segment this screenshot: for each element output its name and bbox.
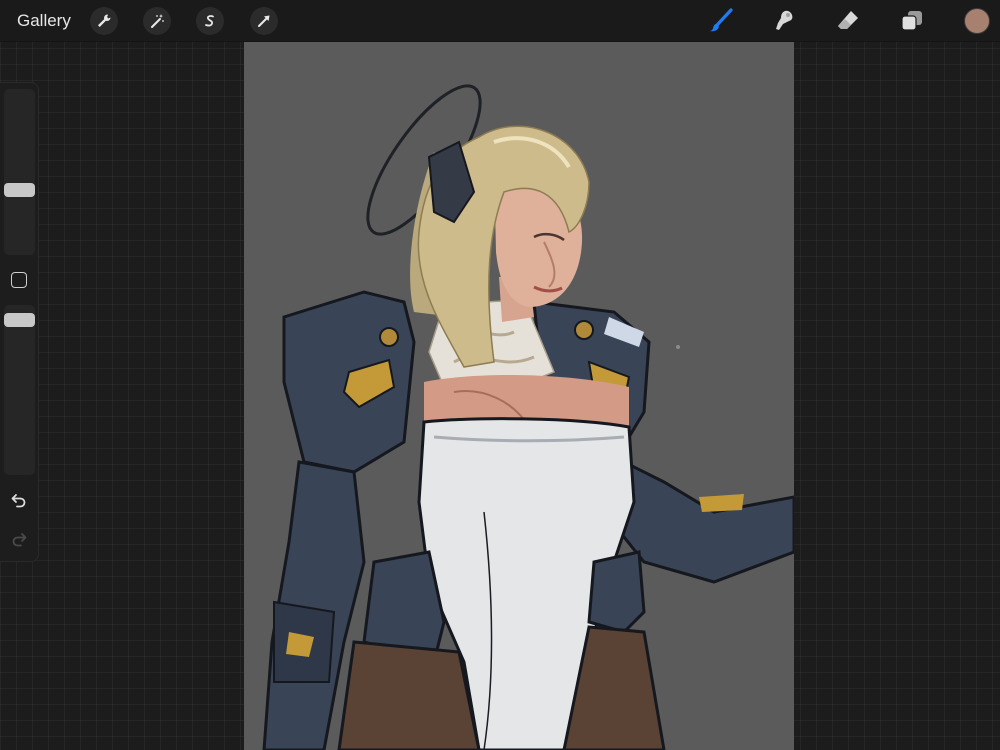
opacity-slider[interactable] — [4, 305, 35, 475]
smudge-button[interactable] — [768, 6, 798, 36]
undo-icon — [11, 494, 26, 508]
undo-button[interactable] — [9, 490, 29, 510]
eraser-icon — [838, 11, 858, 29]
transform-arrow-icon — [258, 15, 270, 27]
selection-button[interactable] — [196, 7, 224, 35]
brush-size-thumb[interactable] — [4, 183, 35, 197]
character-artwork — [262, 84, 794, 750]
drawing-canvas[interactable] — [244, 42, 794, 750]
top-toolbar: Gallery — [0, 0, 1000, 42]
selection-icon — [205, 15, 214, 27]
layers-button[interactable] — [897, 6, 927, 36]
modify-button[interactable] — [11, 272, 27, 288]
layers-icon — [901, 11, 922, 31]
magic-wand-icon — [151, 14, 164, 28]
actions-button[interactable] — [90, 7, 118, 35]
left-sidebar — [0, 82, 39, 562]
gallery-button[interactable]: Gallery — [17, 11, 71, 31]
opacity-thumb[interactable] — [4, 313, 35, 327]
wrench-icon — [98, 14, 111, 27]
redo-button[interactable] — [9, 529, 29, 549]
redo-icon — [12, 533, 27, 547]
smudge-icon — [776, 10, 793, 30]
brush-icon — [710, 8, 733, 32]
transform-button[interactable] — [250, 7, 278, 35]
adjustments-button[interactable] — [143, 7, 171, 35]
color-picker-swatch[interactable] — [964, 8, 990, 34]
brush-button[interactable] — [705, 6, 735, 36]
eraser-button[interactable] — [833, 6, 863, 36]
brush-size-slider[interactable] — [4, 89, 35, 255]
